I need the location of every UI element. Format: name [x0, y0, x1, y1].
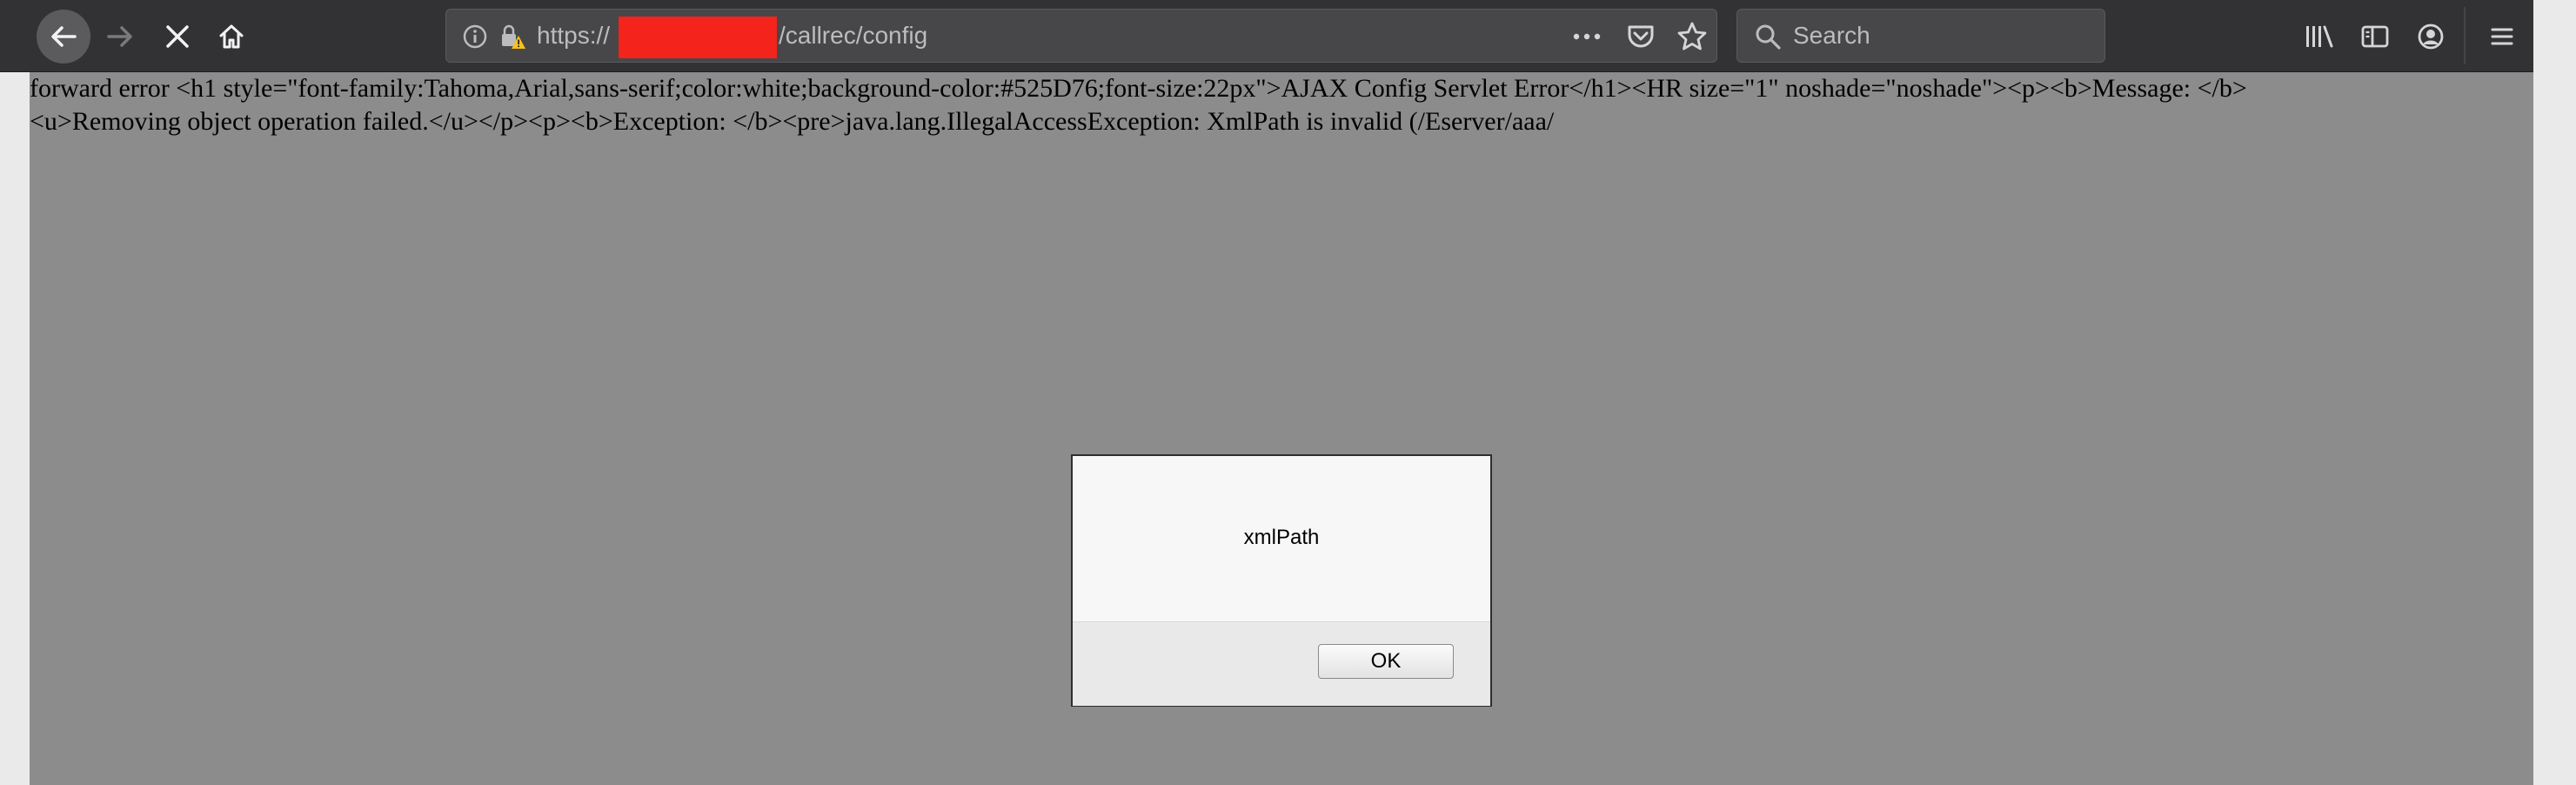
error-message-text: forward error <h1 style="font-family:Tah…: [30, 74, 2247, 136]
url-path: /callrec/config: [779, 22, 928, 49]
back-button[interactable]: [37, 10, 90, 64]
address-bar[interactable]: https:// /callrec/config: [445, 9, 1717, 63]
window-edge-left: [0, 72, 30, 785]
stop-button[interactable]: [155, 14, 200, 59]
home-button[interactable]: [209, 14, 254, 59]
url-scheme: https://: [537, 22, 611, 49]
forward-arrow-icon: [107, 26, 132, 47]
info-icon: [463, 24, 487, 49]
sidebar-button[interactable]: [2352, 14, 2398, 59]
hamburger-menu-icon: [2491, 28, 2513, 45]
alert-dialog-footer: OK: [1073, 621, 1490, 706]
connection-security-button[interactable]: [495, 20, 530, 53]
search-engine-button: [1750, 18, 1786, 55]
more-icon: [1573, 33, 1601, 40]
pocket-icon: [1628, 25, 1654, 48]
search-bar[interactable]: Search: [1736, 9, 2105, 63]
star-icon: [1677, 22, 1707, 50]
toolbar-divider: [2464, 7, 2466, 64]
back-arrow-icon: [51, 26, 77, 47]
ok-button[interactable]: OK: [1318, 644, 1454, 679]
library-button[interactable]: [2297, 14, 2342, 59]
account-icon: [2418, 23, 2444, 50]
browser-toolbar: https:// /callrec/config Search: [0, 0, 2533, 72]
bookmark-button[interactable]: [1673, 17, 1711, 56]
site-info-button[interactable]: [458, 20, 492, 53]
window-edge-right: [2533, 0, 2576, 785]
home-icon: [219, 24, 244, 49]
pocket-button[interactable]: [1623, 18, 1659, 55]
alert-dialog: xmlPath OK: [1071, 454, 1492, 707]
account-button[interactable]: [2408, 14, 2453, 59]
library-icon: [2306, 25, 2333, 48]
stop-icon: [166, 25, 189, 48]
search-placeholder: Search: [1793, 22, 1870, 49]
url-redaction: [619, 17, 777, 58]
page-actions-button[interactable]: [1569, 18, 1605, 55]
alert-dialog-body: xmlPath: [1073, 456, 1490, 621]
sidebar-icon: [2361, 25, 2389, 48]
alert-message: xmlPath: [1243, 526, 1320, 549]
menu-button[interactable]: [2479, 14, 2525, 59]
lock-warning-icon: [502, 24, 525, 49]
search-icon: [1756, 24, 1781, 50]
forward-button[interactable]: [97, 14, 143, 59]
browser-window: https:// /callrec/config Search forward …: [0, 0, 2576, 785]
